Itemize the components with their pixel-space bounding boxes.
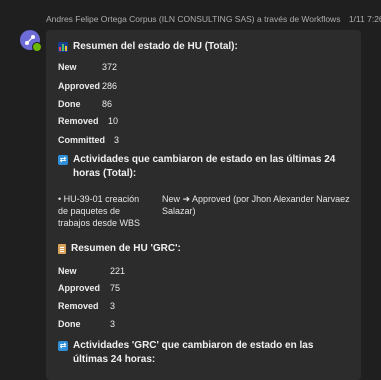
total-summary-header: Resumen del estado de HU (Total): — [58, 40, 349, 54]
message-sender: Andres Felipe Ortega Corpus (ILN CONSULT… — [46, 14, 341, 24]
status-row: Done 3 — [58, 319, 116, 329]
activity-change: New ➜ Approved (por Jhon Alexander Narva… — [162, 194, 350, 216]
status-row: Approved 286 — [58, 81, 118, 91]
changed-grc-header: ⇄ Actividades 'GRC' que cambiaron de est… — [58, 339, 349, 367]
status-row: New 221 — [58, 266, 126, 276]
presence-badge — [32, 42, 42, 52]
changed-total-header: ⇄ Actividades que cambiaron de estado en… — [58, 153, 349, 181]
message-card: Resumen del estado de HU (Total): New 37… — [46, 30, 361, 380]
total-summary-title: Resumen del estado de HU (Total): — [73, 41, 238, 52]
bar-chart-icon — [58, 42, 68, 52]
grc-summary-header: Resumen de HU 'GRC': — [58, 242, 349, 256]
message-header: Andres Felipe Ortega Corpus (ILN CONSULT… — [46, 14, 381, 24]
sync-icon: ⇄ — [58, 341, 68, 351]
status-row: Removed 10 — [58, 116, 119, 126]
status-row: Committed 3 — [58, 135, 120, 145]
workflows-avatar[interactable] — [20, 30, 42, 52]
message-timestamp: 1/11 7:26 a. m. — [348, 14, 381, 24]
status-row: Done 86 — [58, 99, 113, 109]
status-row: New 372 — [58, 62, 118, 72]
grc-summary-title: Resumen de HU 'GRC': — [71, 243, 181, 254]
document-icon — [58, 244, 66, 254]
activity-name: • HU-39-01 creación de paquetes de traba… — [58, 194, 141, 228]
changed-grc-title: Actividades 'GRC' que cambiaron de estad… — [73, 340, 314, 365]
status-row: Approved 75 — [58, 283, 121, 293]
sync-icon: ⇄ — [58, 155, 68, 165]
changed-total-title: Actividades que cambiaron de estado en l… — [73, 154, 336, 179]
status-row: Removed 3 — [58, 301, 116, 311]
